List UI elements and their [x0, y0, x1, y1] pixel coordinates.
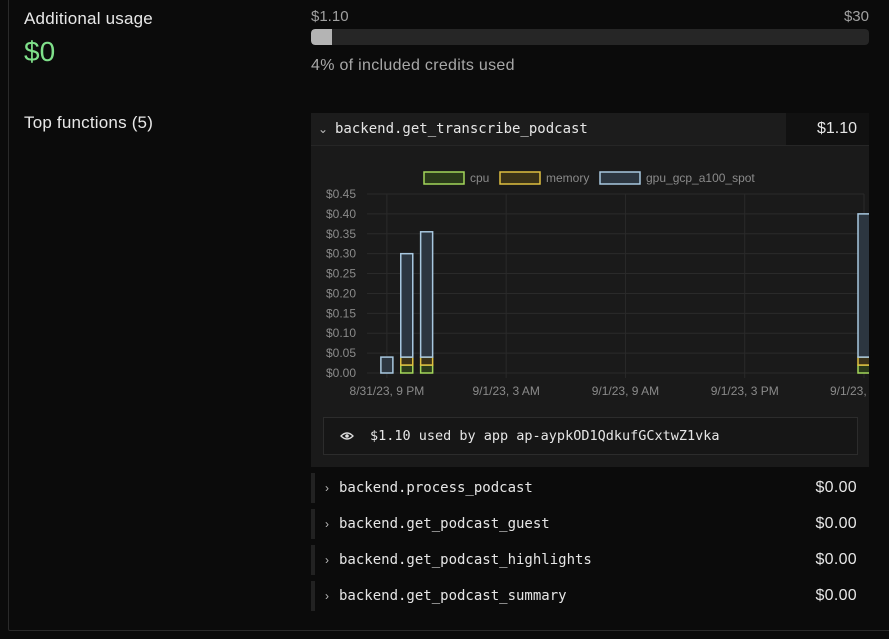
bar-gpu[interactable] [857, 213, 871, 358]
y-tick-label: $0.00 [326, 366, 356, 380]
legend-label-memory[interactable]: memory [546, 171, 589, 185]
function-row[interactable]: › backend.process_podcast $0.00 [311, 473, 869, 503]
function-cost: $1.10 [786, 113, 869, 145]
y-tick-label: $0.35 [326, 227, 356, 241]
x-tick-label: 9/1/23, 3 AM [472, 384, 539, 398]
function-cost: $0.00 [815, 515, 857, 532]
bar-cpu[interactable] [400, 364, 414, 374]
chevron-right-icon: › [325, 553, 329, 567]
chevron-down-icon: ⌄ [317, 122, 329, 136]
legend-swatch-memory[interactable] [499, 171, 541, 185]
function-row-expanded[interactable]: ⌄ backend.get_transcribe_podcast [311, 113, 786, 145]
function-row-header[interactable]: › backend.process_podcast [311, 473, 533, 503]
function-cost: $0.00 [815, 551, 857, 568]
function-cost-chart-panel: cpu memory gpu_gcp_a100_spot $0.00 $0.05 $… [311, 145, 889, 467]
x-tick-label: 9/1/23, 3 PM [711, 384, 779, 398]
y-tick-label: $0.15 [326, 306, 356, 320]
credits-min-label: $1.10 [311, 8, 349, 25]
function-row[interactable]: › backend.get_podcast_summary $0.00 [311, 581, 869, 611]
eye-icon [324, 429, 370, 444]
function-name: backend.get_podcast_summary [339, 588, 567, 604]
legend-label-gpu[interactable]: gpu_gcp_a100_spot [646, 171, 755, 185]
y-tick-label: $0.05 [326, 346, 356, 360]
y-tick-label: $0.40 [326, 207, 356, 221]
function-name: backend.get_transcribe_podcast [335, 121, 588, 137]
function-row-header[interactable]: › backend.get_podcast_highlights [311, 545, 592, 575]
legend-label-cpu[interactable]: cpu [470, 171, 489, 185]
bar-cpu[interactable] [419, 364, 434, 374]
y-tick-label: $0.10 [326, 326, 356, 340]
function-name: backend.process_podcast [339, 480, 533, 496]
chevron-right-icon: › [325, 517, 329, 531]
chevron-right-icon: › [325, 589, 329, 603]
legend-swatch-cpu[interactable] [423, 171, 465, 185]
y-tick-label: $0.20 [326, 286, 356, 300]
chevron-right-icon: › [325, 481, 329, 495]
app-usage-note[interactable]: $1.10 used by app ap-aypkOD1QdkufGCxtwZ1… [323, 417, 858, 455]
bar-cpu[interactable] [857, 364, 871, 374]
chart-legend: cpu memory gpu_gcp_a100_spot [423, 171, 755, 185]
y-tick-label: $0.25 [326, 267, 356, 281]
x-tick-label: 9/1/23, 9 PM [830, 384, 869, 398]
function-cost: $0.00 [815, 479, 857, 496]
function-row[interactable]: › backend.get_podcast_highlights $0.00 [311, 545, 869, 575]
function-name: backend.get_podcast_guest [339, 516, 550, 532]
credits-summary: 4% of included credits used [311, 57, 515, 74]
additional-usage-label: Additional usage [24, 9, 153, 28]
bar-memory[interactable] [400, 356, 414, 366]
x-tick-label: 9/1/23, 9 AM [592, 384, 659, 398]
bar-gpu[interactable] [419, 231, 434, 358]
function-row-header[interactable]: › backend.get_podcast_summary [311, 581, 567, 611]
bar-memory[interactable] [419, 356, 434, 366]
function-cost: $0.00 [815, 587, 857, 604]
additional-usage-amount: $0 [24, 36, 56, 67]
app-usage-text: $1.10 used by app ap-aypkOD1QdkufGCxtwZ1… [370, 428, 720, 444]
bar-gpu[interactable] [400, 252, 414, 358]
function-row[interactable]: › backend.get_podcast_guest $0.00 [311, 509, 869, 539]
legend-swatch-gpu[interactable] [599, 171, 641, 185]
top-functions-label: Top functions (5) [24, 113, 154, 132]
credits-progress-bar [311, 29, 869, 45]
credits-progress-fill [311, 29, 332, 45]
y-tick-label: $0.45 [326, 187, 356, 201]
y-tick-label: $0.30 [326, 247, 356, 261]
x-tick-label: 8/31/23, 9 PM [350, 384, 425, 398]
cost-chart: cpu memory gpu_gcp_a100_spot $0.00 $0.05 $… [326, 171, 889, 398]
credits-max-label: $30 [843, 8, 869, 25]
bar-memory[interactable] [857, 356, 871, 366]
function-name: backend.get_podcast_highlights [339, 552, 592, 568]
bar-gpu[interactable] [380, 356, 394, 374]
function-row-header[interactable]: › backend.get_podcast_guest [311, 509, 550, 539]
